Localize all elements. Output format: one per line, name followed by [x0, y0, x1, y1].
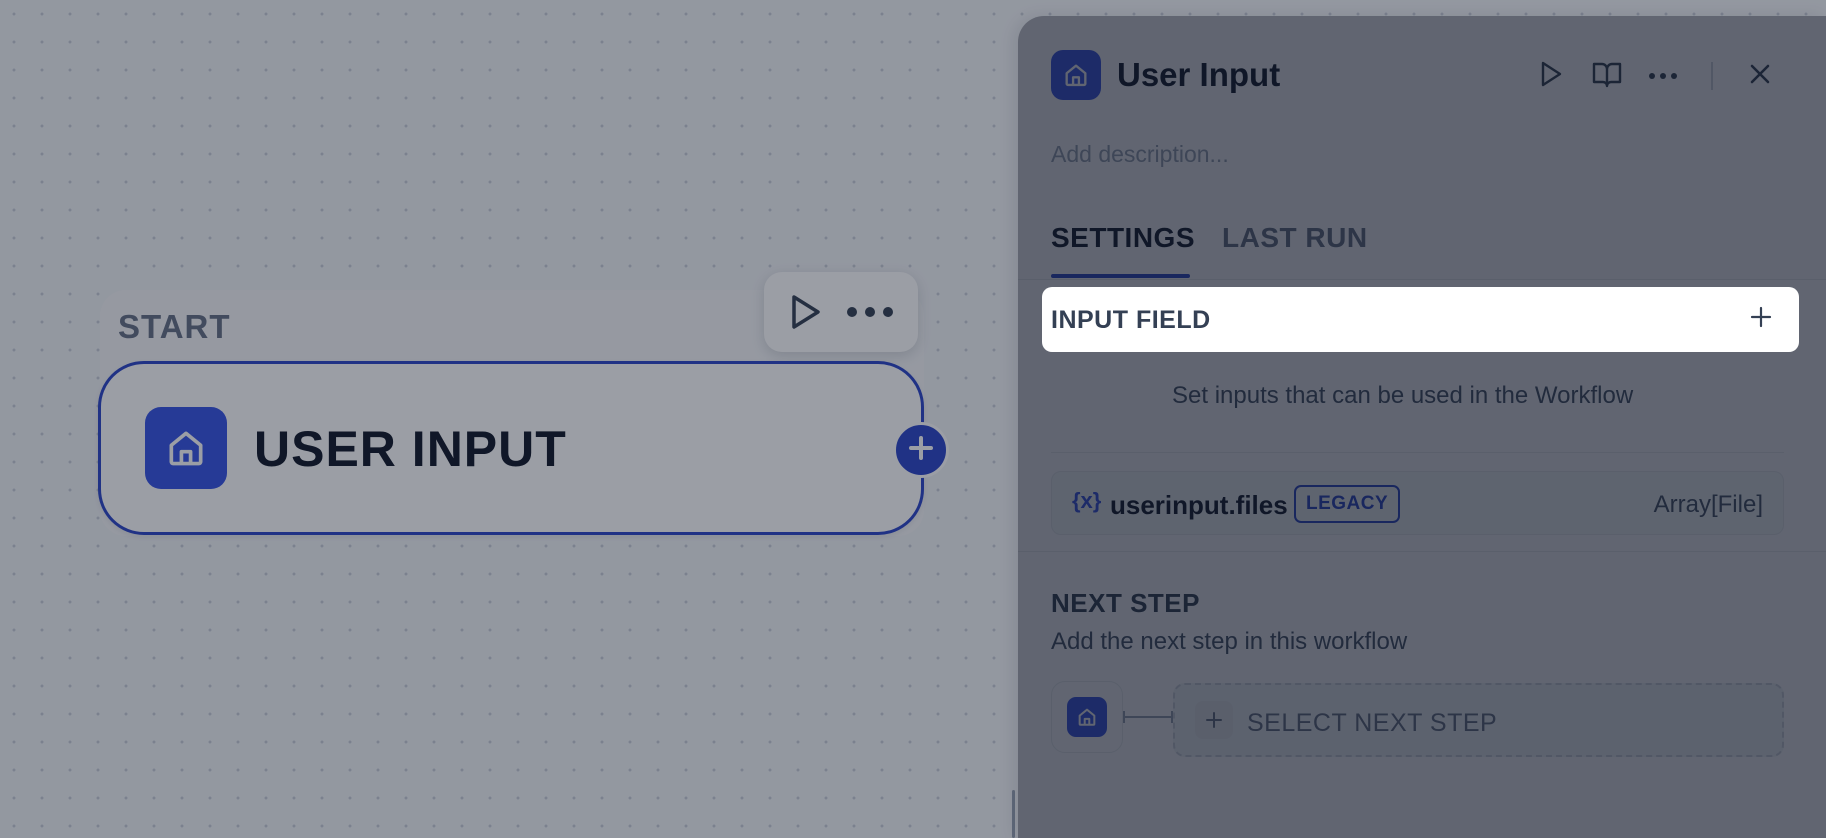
- docs-button[interactable]: [1589, 58, 1625, 94]
- tab-divider: [1018, 279, 1826, 280]
- description-input[interactable]: Add description...: [1051, 141, 1229, 168]
- divider: [1051, 452, 1784, 453]
- book-open-icon: [1592, 60, 1622, 93]
- input-field-hint: Set inputs that can be used in the Workf…: [1172, 382, 1634, 409]
- active-tab-indicator: [1051, 274, 1190, 278]
- tab-settings[interactable]: SETTINGS: [1051, 222, 1195, 254]
- header-separator: [1711, 62, 1713, 90]
- panel-title[interactable]: User Input: [1117, 56, 1280, 94]
- input-field-label: INPUT FIELD: [1051, 306, 1211, 334]
- plus-icon: [1195, 701, 1233, 739]
- home-icon: [1051, 50, 1101, 100]
- more-options-button[interactable]: [1645, 58, 1681, 94]
- node-toolbar: [764, 272, 918, 352]
- play-icon: [1538, 60, 1564, 93]
- next-step-description: Add the next step in this workflow: [1051, 628, 1408, 655]
- run-node-button[interactable]: [1533, 58, 1569, 94]
- variable-type: Array[File]: [1653, 491, 1763, 518]
- close-panel-button[interactable]: [1742, 58, 1778, 94]
- home-icon: [145, 407, 227, 489]
- close-icon: [1748, 62, 1772, 91]
- node-group-label: START: [118, 308, 231, 345]
- plus-icon: [907, 434, 935, 467]
- select-next-step-button[interactable]: SELECT NEXT STEP: [1173, 683, 1784, 757]
- play-icon[interactable]: [788, 293, 822, 331]
- select-next-step-label: SELECT NEXT STEP: [1247, 709, 1498, 737]
- more-icon[interactable]: [846, 306, 894, 318]
- more-icon: [1648, 67, 1678, 85]
- connector-line: [1123, 711, 1173, 723]
- variable-name: userinput.files: [1110, 490, 1288, 520]
- add-input-field-button[interactable]: [1743, 301, 1779, 337]
- section-divider: [1018, 551, 1826, 552]
- input-field-header: INPUT FIELD: [1042, 287, 1799, 352]
- variable-icon: {x}: [1072, 488, 1102, 513]
- home-icon: [1067, 697, 1107, 737]
- variable-row[interactable]: {x} userinput.files LEGACY Array[File]: [1051, 471, 1784, 535]
- next-step-title: NEXT STEP: [1051, 588, 1200, 618]
- legacy-badge: LEGACY: [1294, 485, 1401, 523]
- node-title: USER INPUT: [254, 421, 567, 477]
- current-node-chip: [1051, 681, 1123, 753]
- plus-icon: [1750, 306, 1772, 333]
- panel-resize-handle[interactable]: [1012, 790, 1015, 838]
- tab-last-run[interactable]: LAST RUN: [1222, 222, 1368, 254]
- add-next-node-button[interactable]: [893, 422, 949, 478]
